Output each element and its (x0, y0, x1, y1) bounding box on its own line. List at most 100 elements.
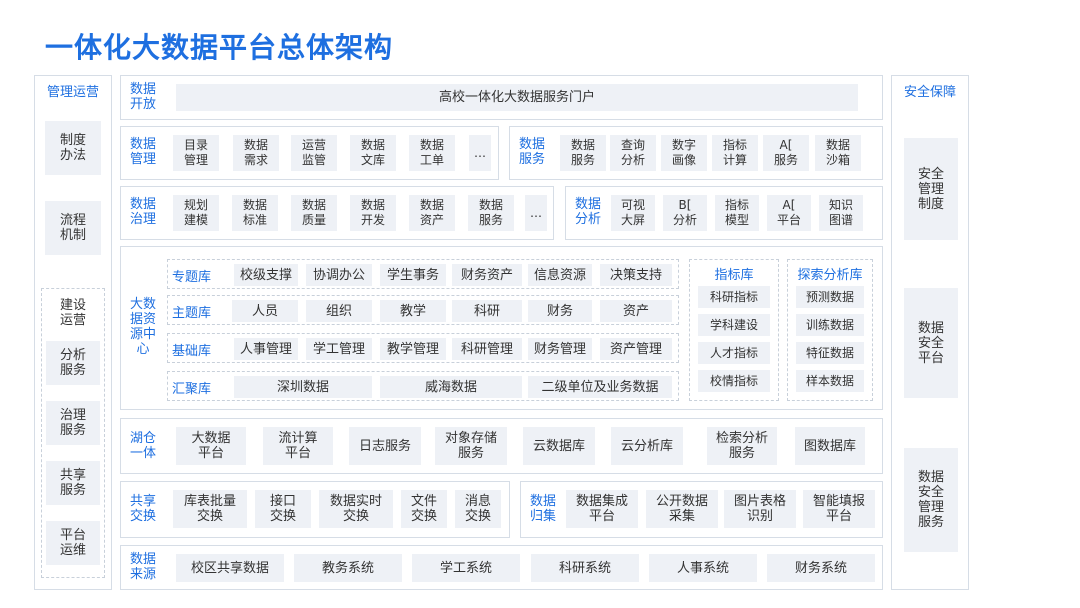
data-service-layer: 数据 服务 数据 服务 查询 分析 数字 画像 指标 计算 A[ 服务 数据 沙… (509, 126, 883, 180)
aggregation-library-name: 汇聚库 (172, 382, 212, 397)
source-item-1: 教务系统 (294, 554, 402, 582)
service-item-portrait: 数字 画像 (661, 135, 707, 171)
data-service-label: 数据 服务 (518, 137, 545, 167)
service-item-data-service: 数据 服务 (560, 135, 606, 171)
base-item-1: 学工管理 (306, 338, 372, 360)
explore-library: 探索分析库 预测数据 训练数据 特征数据 样本数据 (787, 259, 873, 401)
security-panel: 安全保障 安全 管理 制度 数据 安全 平台 数据 安全 管理 服务 (891, 75, 969, 590)
subject-library-name: 主题库 (172, 306, 212, 321)
source-item-3: 科研系统 (531, 554, 639, 582)
aggregation-item-0: 深圳数据 (234, 376, 372, 398)
management-item-library: 数据 文库 (350, 135, 396, 171)
left-item-governance-service: 治理 服务 (46, 401, 100, 445)
left-item-analysis-service: 分析 服务 (46, 341, 100, 385)
service-item-sandbox: 数据 沙箱 (815, 135, 861, 171)
base-library-name: 基础库 (172, 344, 212, 359)
explore-item-3: 样本数据 (796, 370, 864, 392)
base-item-2: 教学管理 (380, 338, 446, 360)
right-item-data-security-platform: 数据 安全 平台 (904, 288, 958, 398)
base-library-row: 基础库 人事管理 学工管理 教学管理 科研管理 财务管理 资产管理 (167, 333, 679, 363)
exchange-label: 共享 交换 (129, 494, 156, 524)
explore-item-1: 训练数据 (796, 314, 864, 336)
topic-item-5: 决策支持 (600, 264, 672, 286)
management-item-workorder: 数据 工单 (409, 135, 455, 171)
topic-item-0: 校级支撑 (234, 264, 298, 286)
service-item-query: 查询 分析 (610, 135, 656, 171)
indicator-item-3: 校情指标 (698, 370, 770, 392)
collect-item-3: 智能填报 平台 (803, 490, 875, 528)
left-item-platform-ops: 平台 运维 (46, 521, 100, 565)
indicator-item-2: 人才指标 (698, 342, 770, 364)
subject-item-3: 科研 (452, 300, 522, 322)
management-operations-heading: 管理运营 (46, 85, 99, 100)
source-item-5: 财务系统 (767, 554, 875, 582)
subject-library-row: 主题库 人员 组织 教学 科研 财务 资产 (167, 295, 679, 325)
analysis-item-bi: B[ 分析 (663, 195, 707, 231)
service-item-indicator-calc: 指标 计算 (712, 135, 758, 171)
data-analysis-label: 数据 分析 (574, 197, 601, 227)
left-item-sharing-service: 共享 服务 (46, 461, 100, 505)
lake-item-7: 图数据库 (795, 427, 865, 465)
source-item-2: 学工系统 (412, 554, 520, 582)
data-open-label: 数据 开放 (129, 82, 156, 112)
analysis-item-knowledge-graph: 知识 图谱 (819, 195, 863, 231)
governance-item-service: 数据 服务 (468, 195, 514, 231)
governance-item-more: … (525, 195, 547, 231)
collection-label: 数据 归集 (529, 494, 556, 524)
exchange-item-2: 数据实时 交换 (319, 490, 393, 528)
subject-item-5: 资产 (600, 300, 672, 322)
management-item-supervision: 运营 监管 (291, 135, 337, 171)
lake-item-2: 日志服务 (349, 427, 421, 465)
governance-item-quality: 数据 质量 (291, 195, 337, 231)
left-item-build-operate: 建设 运营 (59, 298, 86, 328)
indicator-library: 指标库 科研指标 学科建设 人才指标 校情指标 (689, 259, 779, 401)
explore-item-0: 预测数据 (796, 286, 864, 308)
lakehouse-layer: 湖仓 一体 大数据 平台 流计算 平台 日志服务 对象存储 服务 云数据库 云分… (120, 418, 883, 474)
data-analysis-layer: 数据 分析 可视 大屏 B[ 分析 指标 模型 A[ 平台 知识 图谱 (565, 186, 883, 240)
collect-item-2: 图片表格 识别 (724, 490, 796, 528)
collection-layer: 数据 归集 数据集成 平台 公开数据 采集 图片表格 识别 智能填报 平台 (520, 481, 883, 538)
aggregation-library-row: 汇聚库 深圳数据 威海数据 二级单位及业务数据 (167, 371, 679, 401)
data-management-layer: 数据 管理 目录 管理 数据 需求 运营 监管 数据 文库 数据 工单 … (120, 126, 499, 180)
security-heading: 安全保障 (903, 85, 956, 100)
topic-item-3: 财务资产 (452, 264, 522, 286)
topic-item-1: 协调办公 (306, 264, 372, 286)
service-item-ai-service: A[ 服务 (763, 135, 809, 171)
analysis-item-screen: 可视 大屏 (611, 195, 655, 231)
data-management-label: 数据 管理 (129, 137, 156, 167)
exchange-item-3: 文件 交换 (401, 490, 447, 528)
topic-item-2: 学生事务 (380, 264, 446, 286)
analysis-item-ai-platform: A[ 平台 (767, 195, 811, 231)
lakehouse-label: 湖仓 一体 (129, 431, 156, 461)
right-item-data-security-service: 数据 安全 管理 服务 (904, 448, 958, 552)
governance-item-asset: 数据 资产 (409, 195, 455, 231)
exchange-layer: 共享 交换 库表批量 交换 接口 交换 数据实时 交换 文件 交换 消息 交换 (120, 481, 510, 538)
topic-library-row: 专题库 校级支撑 协调办公 学生事务 财务资产 信息资源 决策支持 (167, 259, 679, 289)
collect-item-1: 公开数据 采集 (646, 490, 718, 528)
service-portal: 高校一体化大数据服务门户 (176, 84, 858, 111)
base-item-5: 资产管理 (600, 338, 672, 360)
resource-center-layer: 大数 据资 源中 心 专题库 校级支撑 协调办公 学生事务 财务资产 信息资源 … (120, 246, 883, 410)
aggregation-item-1: 威海数据 (380, 376, 522, 398)
data-governance-label: 数据 治理 (129, 197, 156, 227)
source-item-0: 校区共享数据 (176, 554, 284, 582)
analysis-item-model: 指标 模型 (715, 195, 759, 231)
left-item-process: 流程 机制 (45, 201, 101, 255)
resource-center-label: 大数 据资 源中 心 (129, 297, 156, 357)
lake-item-0: 大数据 平台 (176, 427, 246, 465)
topic-item-4: 信息资源 (528, 264, 592, 286)
aggregation-item-2: 二级单位及业务数据 (528, 376, 672, 398)
subject-item-1: 组织 (306, 300, 372, 322)
management-item-demand: 数据 需求 (233, 135, 279, 171)
management-item-catalog: 目录 管理 (173, 135, 219, 171)
explore-item-2: 特征数据 (796, 342, 864, 364)
base-item-3: 科研管理 (452, 338, 522, 360)
subject-item-2: 教学 (380, 300, 446, 322)
governance-item-modeling: 规划 建模 (173, 195, 219, 231)
data-governance-layer: 数据 治理 规划 建模 数据 标准 数据 质量 数据 开发 数据 资产 数据 服… (120, 186, 554, 240)
explore-library-heading: 探索分析库 (797, 268, 863, 283)
right-item-security-policy: 安全 管理 制度 (904, 138, 958, 240)
lake-item-1: 流计算 平台 (263, 427, 333, 465)
collect-item-0: 数据集成 平台 (566, 490, 638, 528)
operations-service-group: 建设 运营 分析 服务 治理 服务 共享 服务 平台 运维 (41, 288, 105, 578)
